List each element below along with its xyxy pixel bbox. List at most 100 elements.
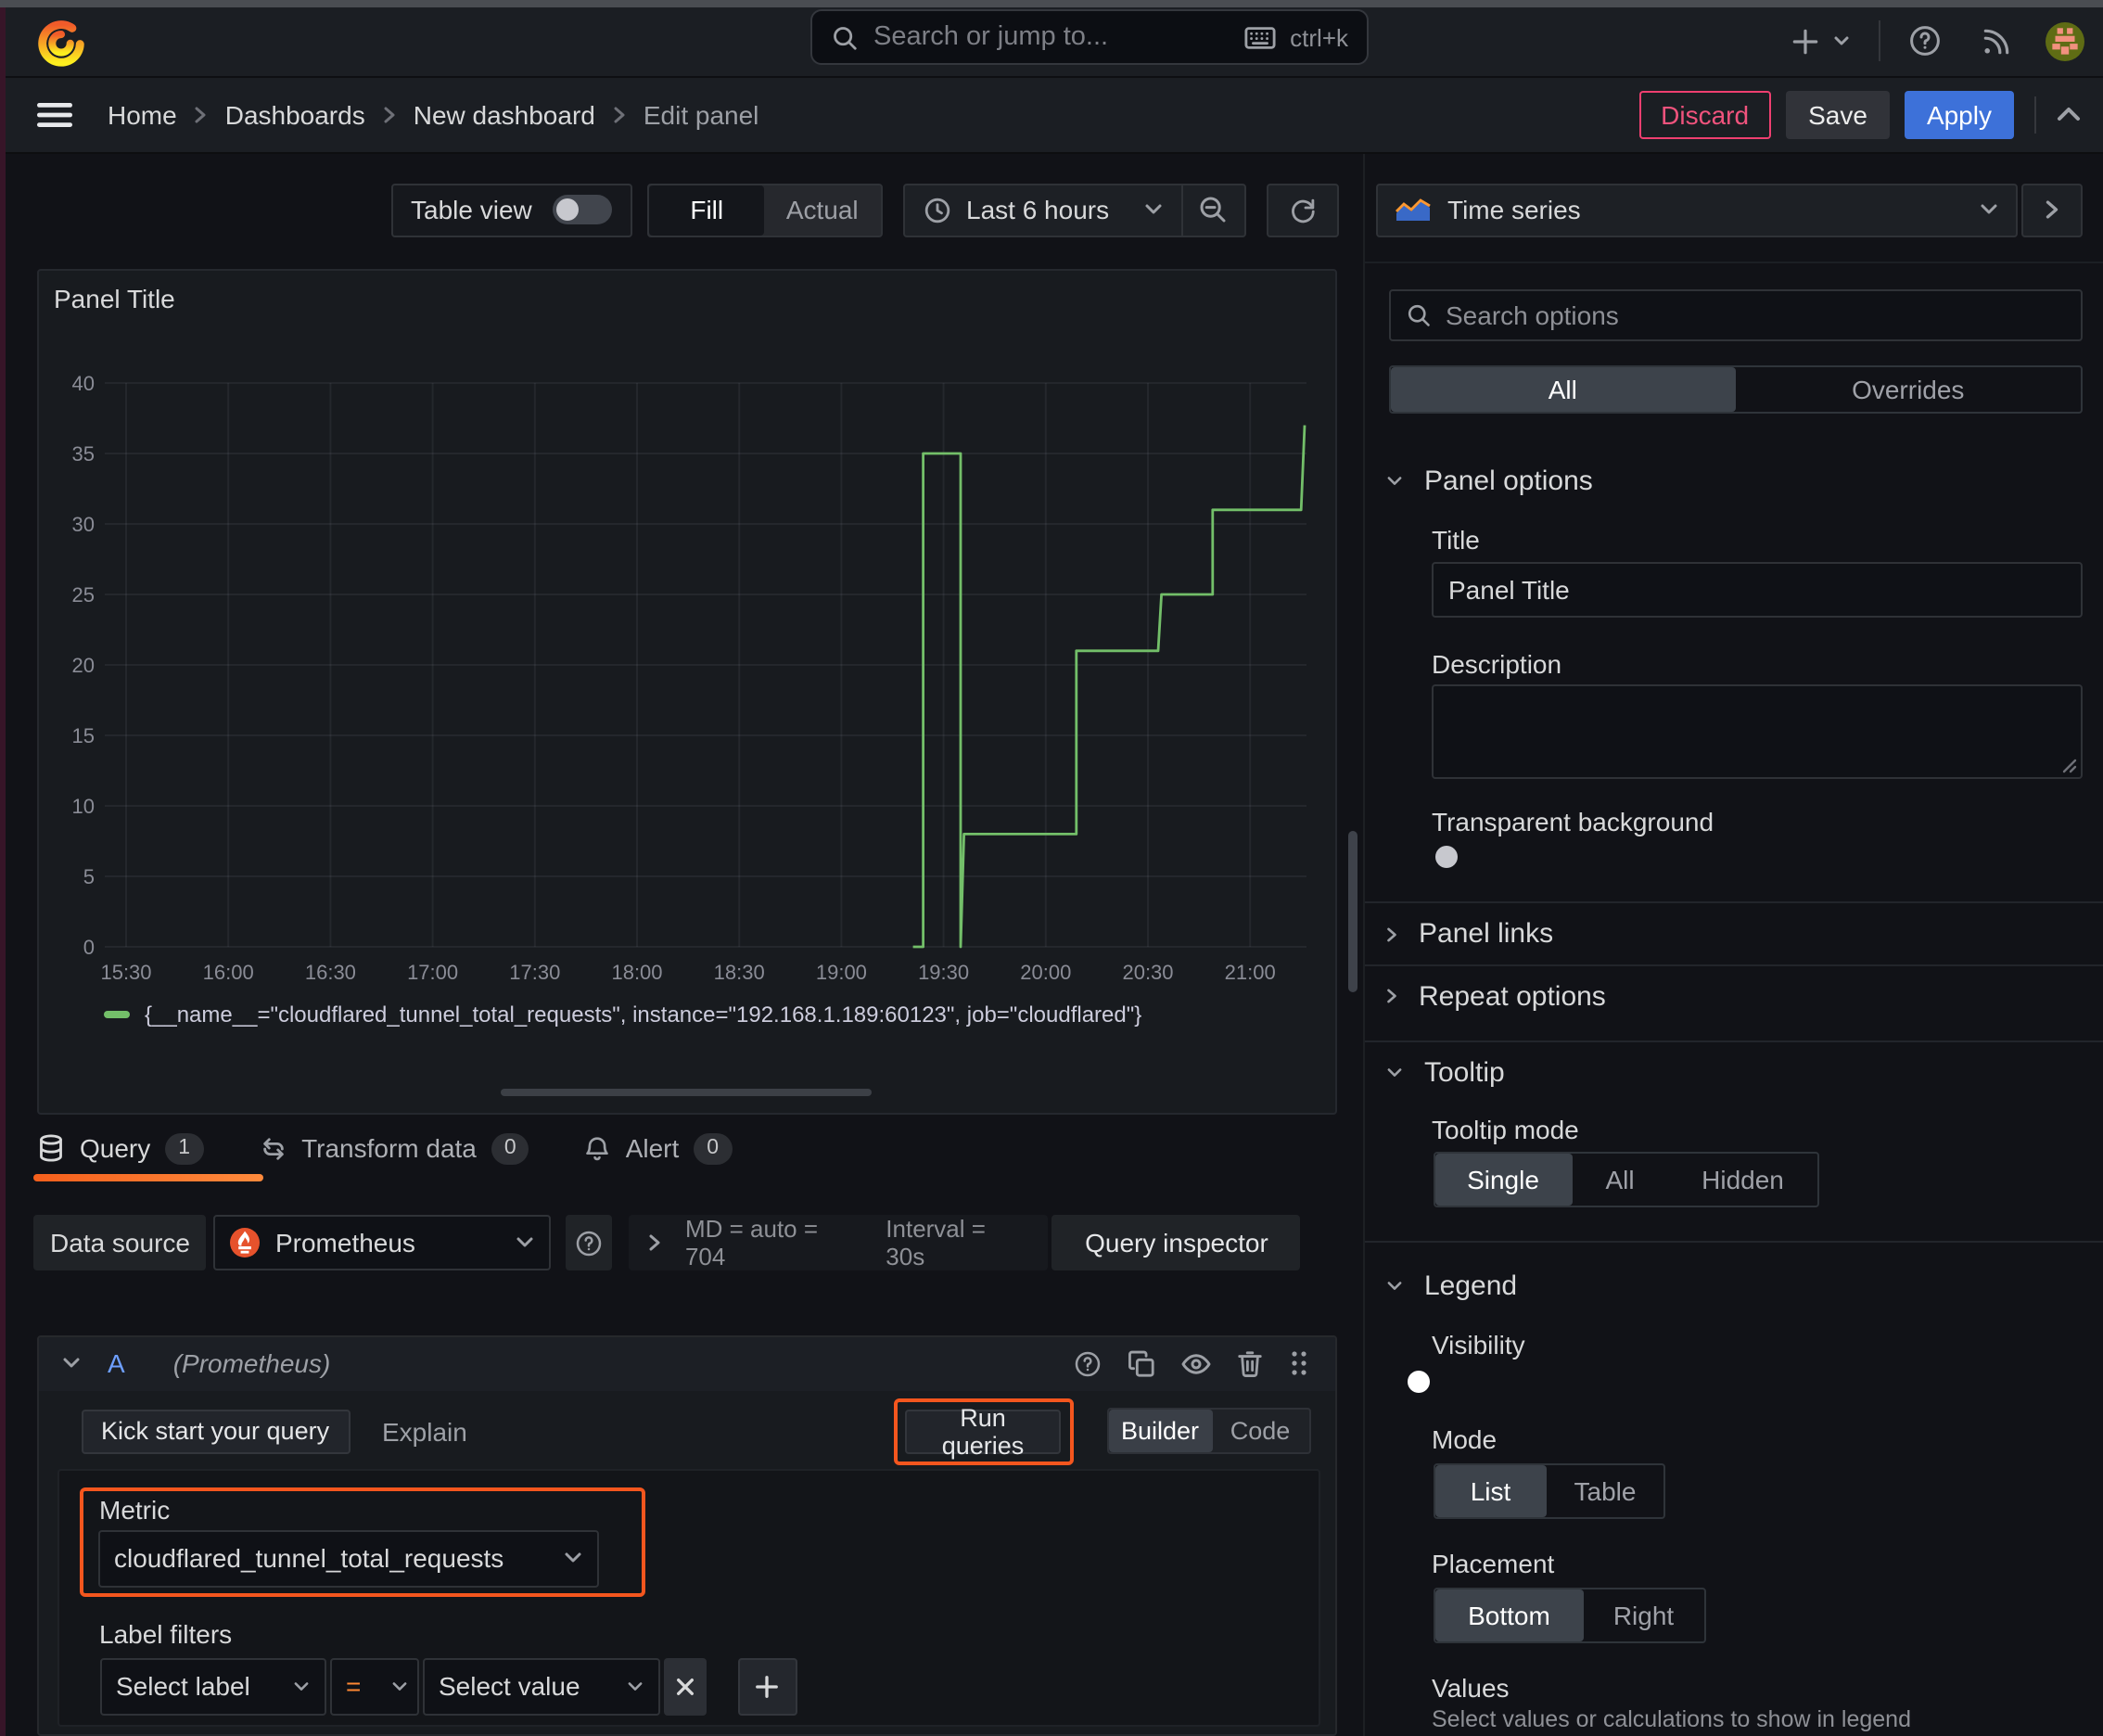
top-nav-bar: Search or jump to... ctrl+k (0, 6, 2103, 78)
explain-label: Explain (382, 1417, 467, 1447)
query-ref-id: A (108, 1348, 125, 1379)
legend-mode-list[interactable]: List (1434, 1465, 1547, 1517)
tab-query-count: 1 (165, 1132, 204, 1164)
grafana-logo[interactable] (37, 18, 85, 66)
description-textarea[interactable] (1432, 684, 2082, 779)
builder-code-segment: Builder Code (1106, 1408, 1310, 1454)
table-view-toggle[interactable] (552, 195, 611, 225)
datasource-select[interactable]: Prometheus (213, 1215, 552, 1270)
panel-links-header[interactable]: Panel links (1385, 918, 1553, 950)
tab-query[interactable]: Query 1 (37, 1132, 204, 1164)
collapse-sidebar-button[interactable] (2020, 184, 2083, 236)
query-collapse-chevron-down-icon[interactable] (61, 1357, 82, 1372)
svg-text:17:00: 17:00 (407, 961, 458, 984)
panel-options-heading: Panel options (1424, 466, 1593, 497)
tooltip-mode-hidden[interactable]: Hidden (1668, 1154, 1817, 1206)
tooltip-chevron-down-icon (1385, 1066, 1404, 1079)
breadcrumb-home[interactable]: Home (108, 100, 177, 130)
legend-heading: Legend (1424, 1270, 1518, 1302)
search-input[interactable]: Search or jump to... ctrl+k (810, 9, 1369, 65)
breadcrumb-new-dashboard[interactable]: New dashboard (414, 100, 595, 130)
legend-series-label[interactable]: {__name__="cloudflared_tunnel_total_requ… (145, 1002, 1141, 1028)
tooltip-mode-single[interactable]: Single (1434, 1154, 1572, 1206)
run-queries-button[interactable]: Run queries (905, 1403, 1061, 1459)
options-tab-all[interactable]: All (1390, 367, 1736, 412)
active-tab-underline (33, 1173, 263, 1181)
repeat-options-header[interactable]: Repeat options (1385, 980, 1606, 1012)
legend-placement-right[interactable]: Right (1584, 1589, 1703, 1641)
duplicate-query-icon[interactable] (1128, 1350, 1155, 1378)
fill-option[interactable]: Fill (649, 185, 765, 235)
options-tab-overrides[interactable]: Overrides (1736, 367, 2082, 412)
toggle-visibility-eye-icon[interactable] (1181, 1352, 1211, 1376)
panel-options-header[interactable]: Panel options (1385, 466, 1593, 497)
legend-section-header[interactable]: Legend (1385, 1270, 1517, 1302)
add-filter-plus-button[interactable] (737, 1657, 797, 1715)
textarea-resize-grip-icon[interactable] (2058, 755, 2076, 773)
builder-option[interactable]: Builder (1108, 1410, 1212, 1452)
remove-filter-close-icon[interactable] (663, 1657, 706, 1715)
query-options-summary[interactable]: MD = auto = 704 Interval = 30s (629, 1215, 1049, 1270)
time-series-viz-icon (1394, 198, 1431, 223)
add-chevron-down-icon[interactable] (1832, 32, 1851, 51)
query-inspector-button[interactable]: Query inspector (1052, 1215, 1301, 1270)
svg-text:15: 15 (72, 724, 95, 747)
query-row-header[interactable]: A (Prometheus) (39, 1336, 1335, 1391)
topbar-divider (1879, 20, 1880, 62)
tab-alert[interactable]: Alert 0 (585, 1132, 733, 1164)
legend-placement-segment: Bottom Right (1433, 1588, 1705, 1643)
metric-select[interactable]: cloudflared_tunnel_total_requests (97, 1529, 598, 1587)
operator-dropdown[interactable]: = (329, 1657, 418, 1715)
search-options-input[interactable]: Search options (1388, 289, 2083, 341)
operator-value: = (346, 1671, 362, 1701)
tooltip-section-header[interactable]: Tooltip (1385, 1057, 1505, 1089)
tab-transform-count: 0 (491, 1132, 529, 1164)
drag-grip-icon[interactable] (1289, 1349, 1309, 1379)
select-value-dropdown[interactable]: Select value (422, 1657, 659, 1715)
discard-button[interactable]: Discard (1638, 90, 1771, 138)
add-button[interactable] (1790, 26, 1821, 57)
actual-option[interactable]: Actual (765, 185, 881, 235)
refresh-button[interactable] (1267, 184, 1338, 236)
user-avatar[interactable] (2046, 21, 2084, 61)
title-field-label: Title (1432, 525, 1480, 555)
editor-tabs: Query 1 Transform data 0 Alert 0 (37, 1118, 733, 1178)
save-button[interactable]: Save (1786, 90, 1890, 138)
breadcrumb-chevron-icon (194, 106, 209, 124)
help-icon[interactable] (1908, 25, 1942, 58)
panel-title-value: Panel Title (1448, 575, 1570, 605)
keyboard-icon (1243, 25, 1275, 49)
transparent-background-label: Transparent background (1432, 807, 1714, 836)
breadcrumb-dashboards[interactable]: Dashboards (225, 100, 365, 130)
query-help-icon[interactable] (1074, 1350, 1102, 1378)
panel-title-input[interactable]: Panel Title (1432, 562, 2082, 618)
menu-hamburger-icon[interactable] (37, 102, 72, 128)
svg-text:18:00: 18:00 (611, 961, 662, 984)
table-view-control: Table view (390, 184, 631, 236)
legend-placement-bottom[interactable]: Bottom (1434, 1589, 1584, 1641)
news-rss-icon[interactable] (1981, 26, 2012, 57)
main-scrollbar[interactable] (1348, 831, 1357, 992)
apply-button[interactable]: Apply (1904, 90, 2014, 138)
delete-query-trash-icon[interactable] (1237, 1350, 1263, 1378)
tab-transform[interactable]: Transform data 0 (259, 1132, 529, 1164)
svg-text:18:30: 18:30 (714, 961, 765, 984)
pane-resize-handle[interactable] (501, 1088, 872, 1096)
bell-icon (585, 1134, 611, 1162)
visualization-name: Time series (1447, 195, 1581, 225)
all-overrides-segment: All Overrides (1388, 365, 2083, 414)
zoom-out-button[interactable] (1182, 185, 1243, 235)
collapse-options-chevron-up-icon[interactable] (2057, 106, 2081, 122)
select-label-dropdown[interactable]: Select label (99, 1657, 325, 1715)
time-range-picker[interactable]: Last 6 hours (905, 185, 1180, 235)
interval-value: Interval = 30s (886, 1215, 986, 1270)
visualization-picker[interactable]: Time series (1375, 184, 2017, 236)
legend-mode-table[interactable]: Table (1547, 1465, 1663, 1517)
code-option[interactable]: Code (1212, 1410, 1308, 1452)
section-divider (1365, 1241, 2103, 1243)
datasource-help-button[interactable] (566, 1215, 613, 1270)
time-series-chart[interactable]: 0 5 10 15 20 25 30 35 40 15:30 16:00 16:30 17:00 17:3… (39, 271, 1335, 1113)
kickstart-query-button[interactable]: Kick start your query (81, 1409, 350, 1453)
tooltip-mode-all[interactable]: All (1572, 1154, 1668, 1206)
svg-text:40: 40 (72, 372, 95, 395)
